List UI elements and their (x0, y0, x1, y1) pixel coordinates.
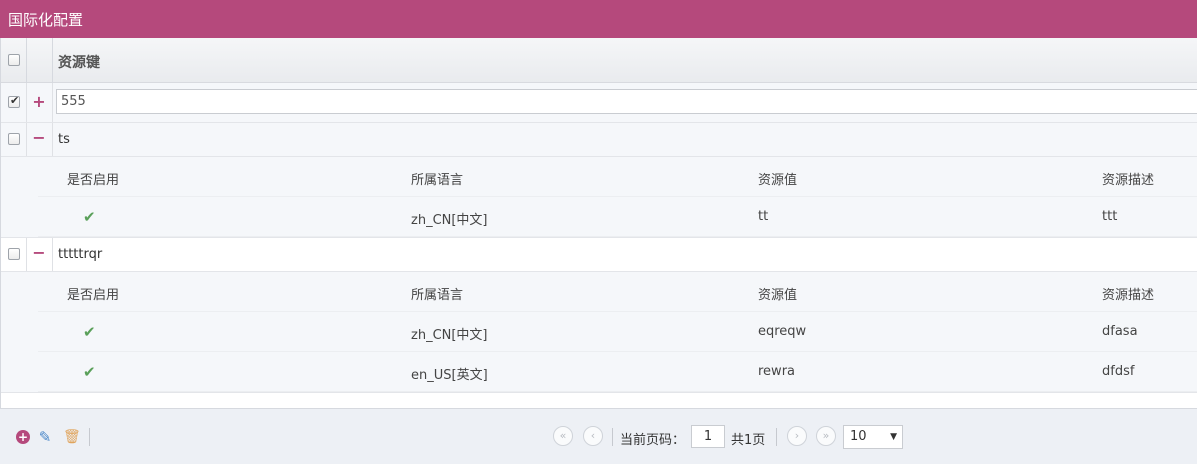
resource-key-input[interactable]: 555 (56, 89, 1197, 114)
table-row[interactable]: − tttttrqr (1, 238, 1197, 272)
row-checkbox[interactable] (8, 248, 20, 260)
detail-language: zh_CN[中文] (411, 328, 488, 343)
detail-value: eqreqw (758, 324, 807, 339)
check-icon: ✔ (83, 323, 96, 341)
detail-header-value: 资源值 (758, 288, 798, 303)
collapse-icon[interactable]: − (32, 245, 46, 261)
pager-divider (776, 428, 777, 446)
page-size-select[interactable]: 10 ▼ (843, 425, 903, 449)
row-checkbox[interactable] (8, 94, 20, 108)
detail-header-description: 资源描述 (1102, 288, 1155, 303)
delete-icon[interactable]: 🗑 (63, 430, 81, 444)
detail-header-enabled: 是否启用 (67, 173, 120, 188)
expand-icon[interactable]: + (32, 94, 46, 110)
table-row[interactable]: − ts (1, 123, 1197, 157)
detail-header-enabled: 是否启用 (67, 288, 120, 303)
detail-header-row: 是否启用 所属语言 资源值 资源描述 (38, 272, 1197, 312)
chevron-down-icon: ▼ (890, 432, 897, 442)
total-pages-label: 共1页 (731, 433, 766, 448)
detail-description: dfasa (1102, 324, 1138, 339)
grid-header: 资源键 (1, 38, 1197, 83)
detail-header-value: 资源值 (758, 173, 798, 188)
first-page-icon[interactable]: « (553, 426, 573, 446)
row-checkbox[interactable] (8, 133, 20, 145)
detail-header-description: 资源描述 (1102, 173, 1155, 188)
current-page-label: 当前页码： (620, 433, 686, 448)
detail-row[interactable]: ✔ zh_CN[中文] tt ttt (38, 197, 1197, 237)
column-header-resource-key[interactable]: 资源键 (58, 52, 100, 72)
prev-page-icon[interactable]: ‹ (583, 426, 603, 446)
check-icon: ✔ (83, 208, 96, 226)
detail-language: zh_CN[中文] (411, 213, 488, 228)
detail-description: ttt (1102, 209, 1118, 224)
toolbar-divider (89, 428, 90, 446)
detail-header-row: 是否启用 所属语言 资源值 资源描述 (38, 157, 1197, 197)
select-all-checkbox[interactable] (8, 54, 20, 66)
detail-header-language: 所属语言 (411, 288, 464, 303)
last-page-icon[interactable]: » (816, 426, 836, 446)
next-page-icon[interactable]: › (787, 426, 807, 446)
pager-divider (612, 428, 613, 446)
title-bar: 国际化配置 (0, 0, 1197, 38)
collapse-icon[interactable]: − (32, 130, 46, 146)
edit-icon[interactable]: ✎ (38, 430, 52, 445)
detail-table: 是否启用 所属语言 资源值 资源描述 ✔ zh_CN[中文] tt ttt (1, 157, 1197, 238)
detail-value: rewra (758, 364, 796, 379)
grid-footer: + ✎ 🗑 « ‹ 当前页码： 1 共1页 › » 10 ▼ (0, 408, 1197, 464)
check-icon: ✔ (83, 363, 96, 381)
detail-row[interactable]: ✔ en_US[英文] rewra dfdsf (38, 352, 1197, 392)
detail-table: 是否启用 所属语言 资源值 资源描述 ✔ zh_CN[中文] eqreqw df… (1, 272, 1197, 393)
detail-language: en_US[英文] (411, 368, 488, 383)
add-icon[interactable]: + (16, 430, 30, 444)
page-size-value: 10 (850, 429, 867, 444)
detail-header-language: 所属语言 (411, 173, 464, 188)
current-page-input[interactable]: 1 (691, 425, 725, 448)
detail-description: dfdsf (1102, 364, 1135, 379)
table-row[interactable]: + 555 (1, 83, 1197, 123)
resource-grid: 资源键 + 555 − ts 是否启用 所属语言 资源值 资源描述 ✔ zh_C… (0, 38, 1197, 408)
resource-key: ts (58, 132, 70, 147)
detail-value: tt (758, 209, 769, 224)
window-title: 国际化配置 (8, 11, 84, 29)
detail-row[interactable]: ✔ zh_CN[中文] eqreqw dfasa (38, 312, 1197, 352)
resource-key: tttttrqr (58, 247, 103, 262)
